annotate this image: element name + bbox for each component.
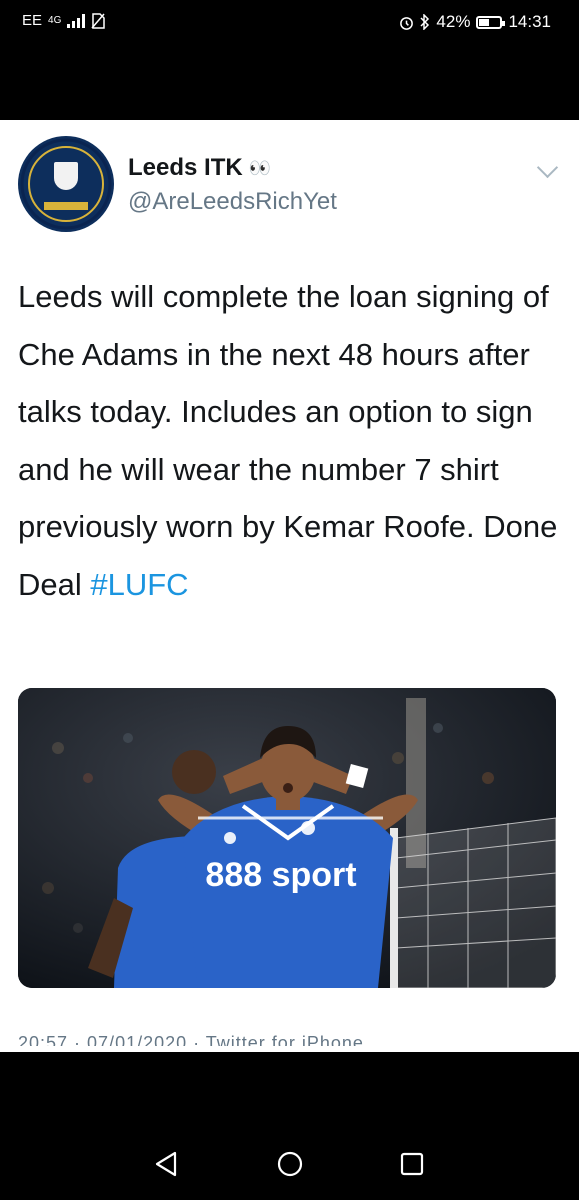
clock: 14:31 [508,12,551,31]
tweet-metadata: 20:57 · 07/01/2020 · Twitter for iPhone [18,1032,563,1046]
status-bar: EE 4G 42% 14:31 [0,0,579,120]
status-right: 42% 14:31 [399,12,551,32]
hashtag-link[interactable]: #LUFC [90,567,188,602]
avatar[interactable] [18,136,114,232]
recents-square-icon [400,1152,424,1176]
network-label: 4G [48,15,62,26]
player-celebration-image: 888 sport [18,688,556,988]
tweet-card[interactable]: Leeds ITK 👀 @AreLeedsRichYet Leeds will … [0,120,579,1052]
chevron-down-icon[interactable] [536,156,559,179]
tweet-timestamp: 20:57 · 07/01/2020 · Twitter for iPhone [18,1033,364,1046]
signal-icon [67,13,86,28]
status-left: EE 4G [22,12,106,29]
carrier-label: EE [22,12,43,29]
recents-button[interactable] [392,1144,432,1184]
alarm-icon [400,16,414,30]
android-nav-bar [0,1052,579,1200]
home-button[interactable] [270,1144,310,1184]
user-handle[interactable]: @AreLeedsRichYet [128,188,337,216]
tweet-text: Leeds will complete the loan signing of … [18,268,563,613]
display-name[interactable]: Leeds ITK 👀 [128,154,271,182]
eyes-icon: 👀 [248,157,272,178]
bluetooth-icon [420,14,430,30]
back-triangle-icon [155,1151,177,1177]
back-button[interactable] [146,1144,186,1184]
battery-percent: 42% [436,12,471,31]
jersey-sponsor: 888 sport [205,856,356,894]
avatar-ring-icon [20,138,112,230]
display-name-text: Leeds ITK [128,154,243,181]
battery-icon [476,15,506,29]
home-circle-icon [277,1151,303,1177]
tweet-photo[interactable]: 888 sport [18,688,556,988]
tweet-body: Leeds will complete the loan signing of … [18,279,558,602]
no-sim-icon [91,12,106,29]
